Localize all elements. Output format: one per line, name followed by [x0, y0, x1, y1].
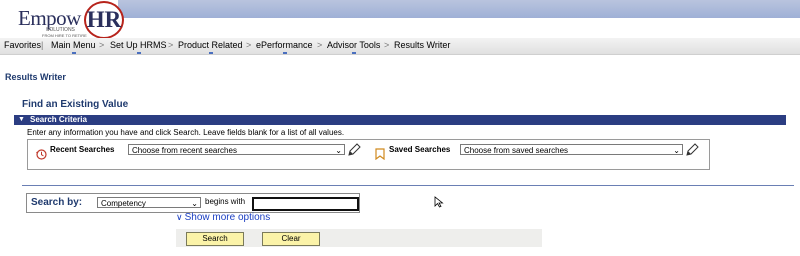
search-options-panel: Recent Searches Choose from recent searc…: [27, 139, 710, 170]
operator-label: begins with: [205, 197, 246, 206]
history-icon: [36, 149, 47, 160]
page-title: Results Writer: [5, 72, 66, 82]
search-button[interactable]: Search: [186, 232, 244, 246]
nav-product-related[interactable]: Product Related: [178, 38, 243, 53]
search-value-input[interactable]: [252, 197, 359, 211]
nav-main-menu[interactable]: Main Menu: [51, 38, 96, 53]
nav-separator: >: [317, 40, 323, 50]
nav-separator: >: [99, 40, 105, 50]
saved-searches-dropdown[interactable]: Choose from saved searches ⌄: [460, 144, 683, 155]
show-more-options-label: Show more options: [184, 212, 271, 223]
recent-searches-dropdown[interactable]: Choose from recent searches ⌄: [128, 144, 345, 155]
header-bar: Empow HR SOLUTIONS FROM HIRE TO RETIRE: [0, 0, 800, 39]
nav-separator: |: [41, 40, 44, 50]
logo-hr-mark: HR: [84, 1, 124, 39]
instruction-text: Enter any information you have and click…: [27, 128, 345, 137]
chevron-down-icon: ⌄: [191, 199, 198, 208]
search-criteria-header[interactable]: ▼ Search Criteria: [14, 115, 786, 125]
search-by-label: Search by:: [31, 197, 83, 208]
menu-indicator-icon: [209, 52, 213, 54]
nav-setup-hrms[interactable]: Set Up HRMS: [110, 38, 167, 53]
breadcrumb-nav: Favorites | Main Menu > Set Up HRMS > Pr…: [0, 38, 800, 55]
nav-favorites[interactable]: Favorites: [4, 38, 41, 53]
saved-searches-value: Choose from saved searches: [464, 146, 569, 155]
search-by-panel: Search by: Competency ⌄ begins with: [26, 193, 360, 213]
menu-indicator-icon: [137, 52, 141, 54]
show-more-options-link[interactable]: ∨ Show more options: [176, 212, 270, 223]
chevron-down-icon: ⌄: [673, 146, 680, 155]
mouse-cursor-icon: [434, 196, 444, 208]
chevron-down-icon: ⌄: [335, 146, 342, 155]
nav-eperformance[interactable]: ePerformance: [256, 38, 313, 53]
header-banner: [118, 0, 800, 18]
menu-indicator-icon: [352, 52, 356, 54]
company-logo[interactable]: Empow HR SOLUTIONS FROM HIRE TO RETIRE: [6, 0, 124, 39]
recent-searches-value: Choose from recent searches: [132, 146, 237, 155]
search-criteria-label: Search Criteria: [30, 115, 87, 124]
menu-indicator-icon: [72, 52, 76, 54]
search-field-value: Competency: [101, 199, 146, 208]
nav-advisor-tools[interactable]: Advisor Tools: [327, 38, 380, 53]
menu-indicator-icon: [283, 52, 287, 54]
saved-searches-label: Saved Searches: [389, 145, 451, 154]
nav-separator: >: [246, 40, 252, 50]
button-bar: Search Clear: [176, 229, 542, 247]
collapse-triangle-icon[interactable]: ▼: [18, 115, 25, 125]
edit-pencil-icon[interactable]: [684, 142, 700, 158]
bookmark-icon: [375, 148, 385, 160]
page-subtitle: Find an Existing Value: [22, 99, 129, 110]
nav-separator: >: [168, 40, 174, 50]
chevron-down-icon: ∨: [176, 212, 183, 222]
clear-button[interactable]: Clear: [262, 232, 320, 246]
search-field-dropdown[interactable]: Competency ⌄: [97, 197, 201, 208]
nav-results-writer[interactable]: Results Writer: [394, 38, 450, 53]
edit-pencil-icon[interactable]: [346, 142, 362, 158]
recent-searches-label: Recent Searches: [50, 145, 115, 154]
section-divider: [22, 185, 794, 186]
nav-separator: >: [384, 40, 390, 50]
